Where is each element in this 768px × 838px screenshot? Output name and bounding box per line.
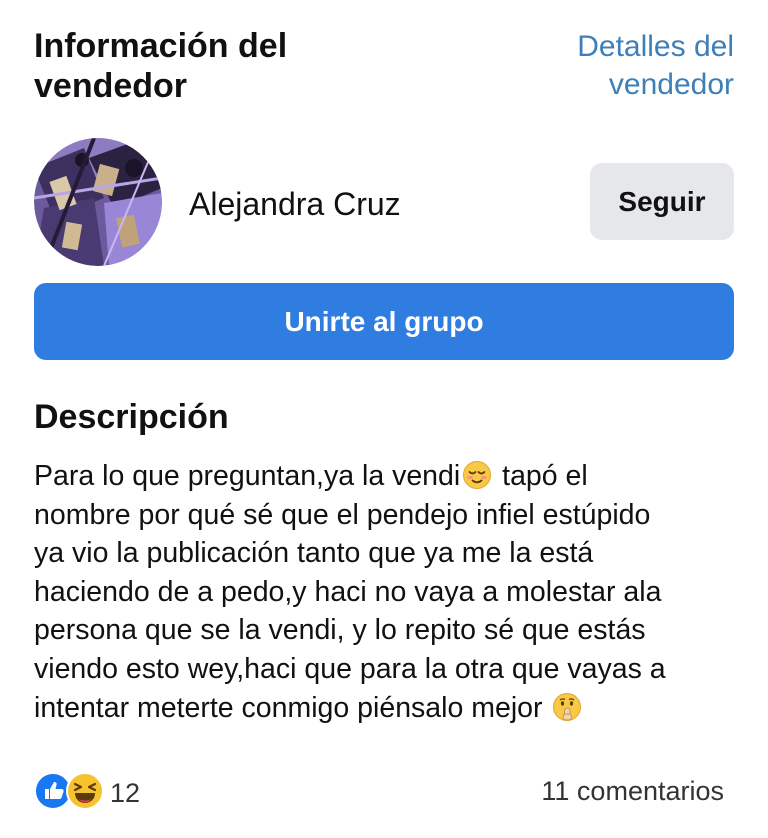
seller-avatar-photo — [34, 138, 162, 266]
description-line-text: nombre por qué sé que el pendejo infiel … — [34, 498, 651, 531]
description-line: persona que se la vendi, y lo repito sé … — [34, 611, 754, 650]
seller-row: Alejandra Cruz Seguir — [34, 138, 734, 266]
description-heading: Descripción — [34, 398, 229, 436]
join-group-button[interactable]: Unirte al grupo — [34, 283, 734, 360]
follow-button[interactable]: Seguir — [590, 163, 734, 240]
relieved-face-icon — [462, 460, 492, 490]
description-text: Para lo que preguntan,ya la vendi tapó e… — [34, 457, 754, 727]
seller-info-header: Información del vendedor Detalles del ve… — [34, 26, 734, 106]
description-line-text: intentar meterte conmigo piénsalo mejor — [34, 691, 551, 724]
description-line-text: Para lo que preguntan,ya la vendi — [34, 460, 461, 492]
page-title: Información del vendedor — [34, 27, 288, 105]
description-line: nombre por qué sé que el pendejo infiel … — [34, 496, 754, 535]
haha-icon — [66, 772, 104, 810]
seller-name[interactable]: Alejandra Cruz — [189, 184, 401, 224]
avatar[interactable] — [34, 138, 162, 266]
description-line-text: ya vio la publicación tanto que ya me la… — [34, 537, 594, 570]
reaction-count: 12 — [110, 778, 141, 808]
description-line: viendo esto wey,haci que para la otra qu… — [34, 650, 754, 689]
description-line-text: tapó el — [494, 460, 588, 492]
description-line-text: persona que se la vendi, y lo repito sé … — [34, 614, 646, 647]
description-line: Para lo que preguntan,ya la vendi tapó e… — [34, 457, 754, 496]
description-line: haciendo de a pedo,y haci no vaya a mole… — [34, 573, 754, 612]
description-line-text: haciendo de a pedo,y haci no vaya a mole… — [34, 575, 662, 608]
description-line-text: viendo esto wey,haci que para la otra qu… — [34, 652, 666, 685]
shushing-face-icon — [552, 692, 582, 722]
description-line: ya vio la publicación tanto que ya me la… — [34, 534, 754, 573]
comments-count[interactable]: 11 comentarios — [541, 774, 724, 808]
description-line: intentar meterte conmigo piénsalo mejor — [34, 689, 754, 728]
post-footer: 12 11 comentarios — [34, 770, 724, 814]
seller-details-link[interactable]: Detalles del vendedor — [524, 28, 734, 104]
